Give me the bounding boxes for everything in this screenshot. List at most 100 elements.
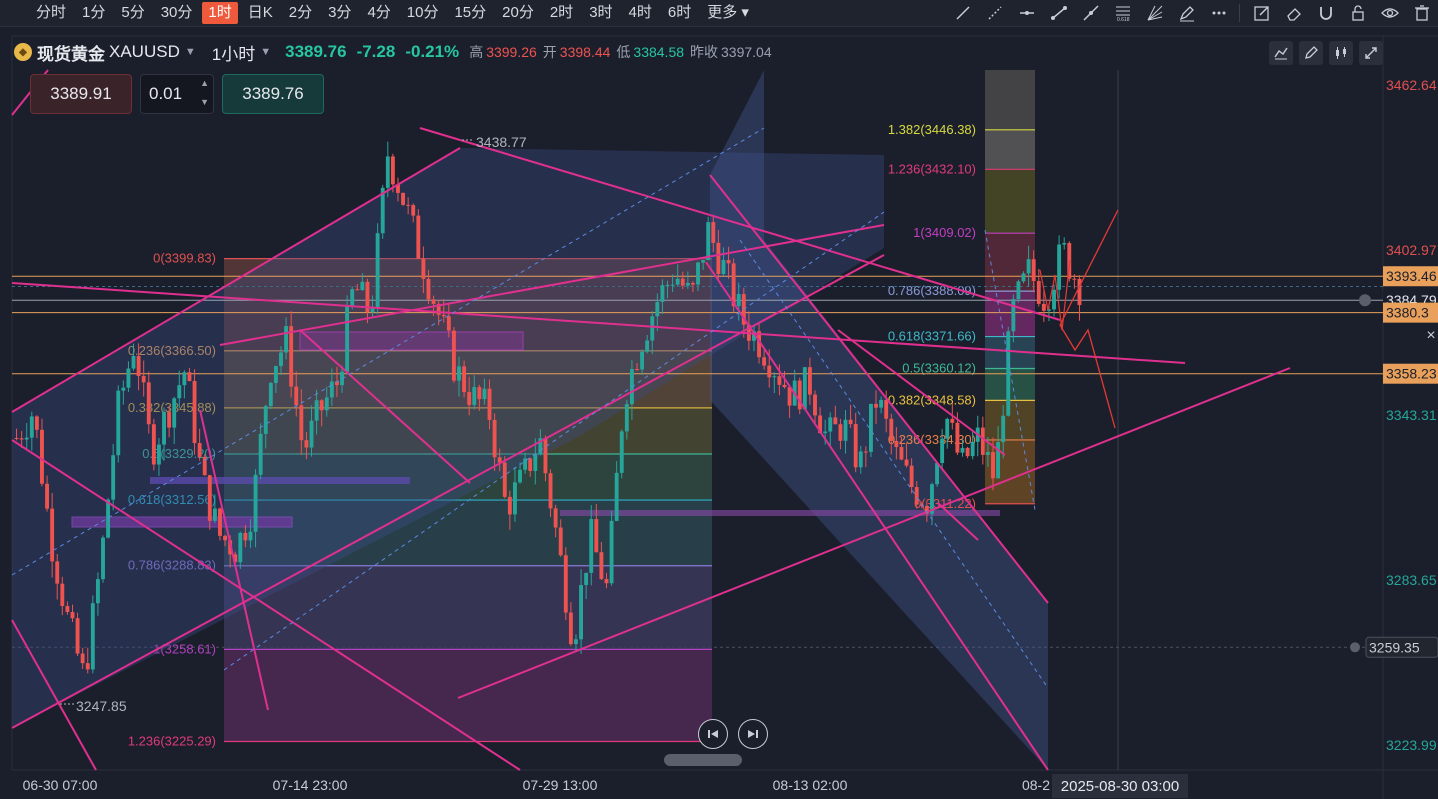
candle-body: [462, 366, 467, 393]
candle-body: [248, 531, 253, 541]
fib2-level-label: 1(3409.02): [913, 225, 976, 240]
candle-body: [1057, 244, 1062, 290]
fib2-zone: [985, 169, 1035, 234]
candle-body: [533, 454, 538, 471]
candle-body: [258, 433, 263, 475]
candle-body: [182, 372, 187, 386]
lot-size-stepper[interactable]: 0.01 ▲ ▼: [140, 74, 214, 114]
candle-body: [599, 552, 604, 579]
candle-body: [304, 440, 309, 448]
candle-body: [121, 387, 126, 391]
candle-body: [838, 424, 843, 441]
candle-body: [685, 282, 690, 286]
symbol-name[interactable]: 现货黄金: [37, 40, 105, 65]
candle-body: [716, 242, 721, 275]
candle-body: [833, 417, 838, 425]
open-label: 开: [542, 44, 557, 60]
candle-body: [218, 508, 222, 536]
candle-body: [19, 438, 24, 440]
candle-body: [645, 340, 650, 352]
candle-body: [146, 382, 151, 425]
candle-body: [441, 314, 446, 317]
candle-body: [243, 532, 248, 541]
candle-body: [584, 572, 589, 586]
candle-body: [40, 429, 44, 484]
candle-body: [635, 369, 639, 371]
symbol-header: ◆ 现货黄金 XAUUSD ▼ 1小时 ▼ 3389.76 -7.28 -0.2…: [14, 38, 772, 66]
low-label: 低: [616, 44, 631, 60]
candle-body: [324, 397, 329, 411]
sell-button[interactable]: 3389.91: [30, 74, 132, 114]
price-axis-tick: 3343.31: [1386, 407, 1437, 423]
chevron-down-icon[interactable]: ▼: [200, 97, 209, 107]
candle-type-icon[interactable]: [1329, 41, 1353, 65]
candle-body: [507, 496, 512, 515]
candle-body: [426, 278, 431, 300]
chart-scrollbar[interactable]: [664, 754, 742, 766]
candle-body: [568, 612, 573, 645]
candle-body: [411, 205, 416, 216]
candle-body: [619, 431, 624, 473]
open-value: 3398.44: [559, 44, 611, 60]
candle-body: [1052, 289, 1056, 310]
candle-body: [14, 437, 19, 439]
zone-box: [71, 516, 293, 528]
candle-body: [314, 400, 319, 421]
candle-body: [558, 527, 563, 556]
scroll-end-button[interactable]: [738, 719, 768, 749]
candle-body: [401, 192, 405, 205]
candle-body: [299, 405, 304, 441]
candle-body: [548, 473, 553, 509]
candle-body: [711, 222, 716, 243]
crosshair-time-label: 2025-08-30 03:00: [1061, 778, 1179, 795]
fib2-level-label: 1.382(3446.38): [888, 122, 976, 137]
candle-body: [985, 452, 990, 455]
candle-body: [294, 386, 299, 406]
candle-body: [660, 285, 665, 302]
candle-body: [111, 455, 116, 500]
candle-body: [807, 367, 812, 395]
candle-body: [843, 419, 848, 441]
candle-body: [1036, 281, 1041, 304]
candle-body: [375, 233, 380, 308]
expand-icon[interactable]: [1359, 41, 1383, 65]
draw-icon[interactable]: [1299, 41, 1323, 65]
candle-body: [589, 519, 594, 573]
chevron-down-icon[interactable]: ▼: [185, 46, 196, 58]
candle-body: [767, 365, 772, 378]
chevron-up-icon[interactable]: ▲: [200, 78, 209, 88]
time-axis-tick: 06-30 07:00: [23, 777, 98, 793]
chevron-down-icon[interactable]: ▼: [260, 46, 271, 58]
candle-body: [279, 352, 283, 367]
symbol-code[interactable]: XAUUSD: [109, 42, 180, 62]
candle-body: [691, 282, 695, 285]
zone-box: [299, 331, 524, 351]
candle-body: [960, 447, 965, 453]
candle-body: [1072, 278, 1077, 280]
buy-button[interactable]: 3389.76: [222, 74, 324, 114]
price-axis-tick: 3462.64: [1386, 77, 1437, 93]
interval-label[interactable]: 1小时: [212, 40, 255, 65]
candle-body: [614, 472, 619, 521]
lot-size-value[interactable]: 0.01: [149, 84, 182, 104]
high-label: 高: [469, 44, 484, 60]
candle-body: [899, 447, 904, 460]
candle-body: [65, 606, 70, 613]
candle-body: [991, 452, 995, 479]
candle-body: [935, 463, 939, 485]
gold-coin-icon: ◆: [14, 43, 32, 61]
fib2-zone: [985, 70, 1035, 130]
price-change-pct: -0.21%: [405, 42, 460, 61]
price-tag-label: 3259.35: [1369, 639, 1420, 655]
candle-body: [197, 443, 202, 457]
indicator-icon[interactable]: [1269, 41, 1293, 65]
candle-body: [85, 663, 90, 670]
candle-body: [909, 465, 914, 488]
scroll-start-button[interactable]: [698, 719, 728, 749]
candle-body: [874, 403, 878, 408]
time-axis-tick: 08-13 02:00: [773, 777, 848, 793]
candle-body: [238, 532, 243, 563]
candle-body: [24, 437, 29, 440]
candle-body: [50, 508, 55, 562]
price-chart[interactable]: 0(3399.83)0.236(3366.50)0.382(3345.88)0.…: [0, 0, 1438, 799]
